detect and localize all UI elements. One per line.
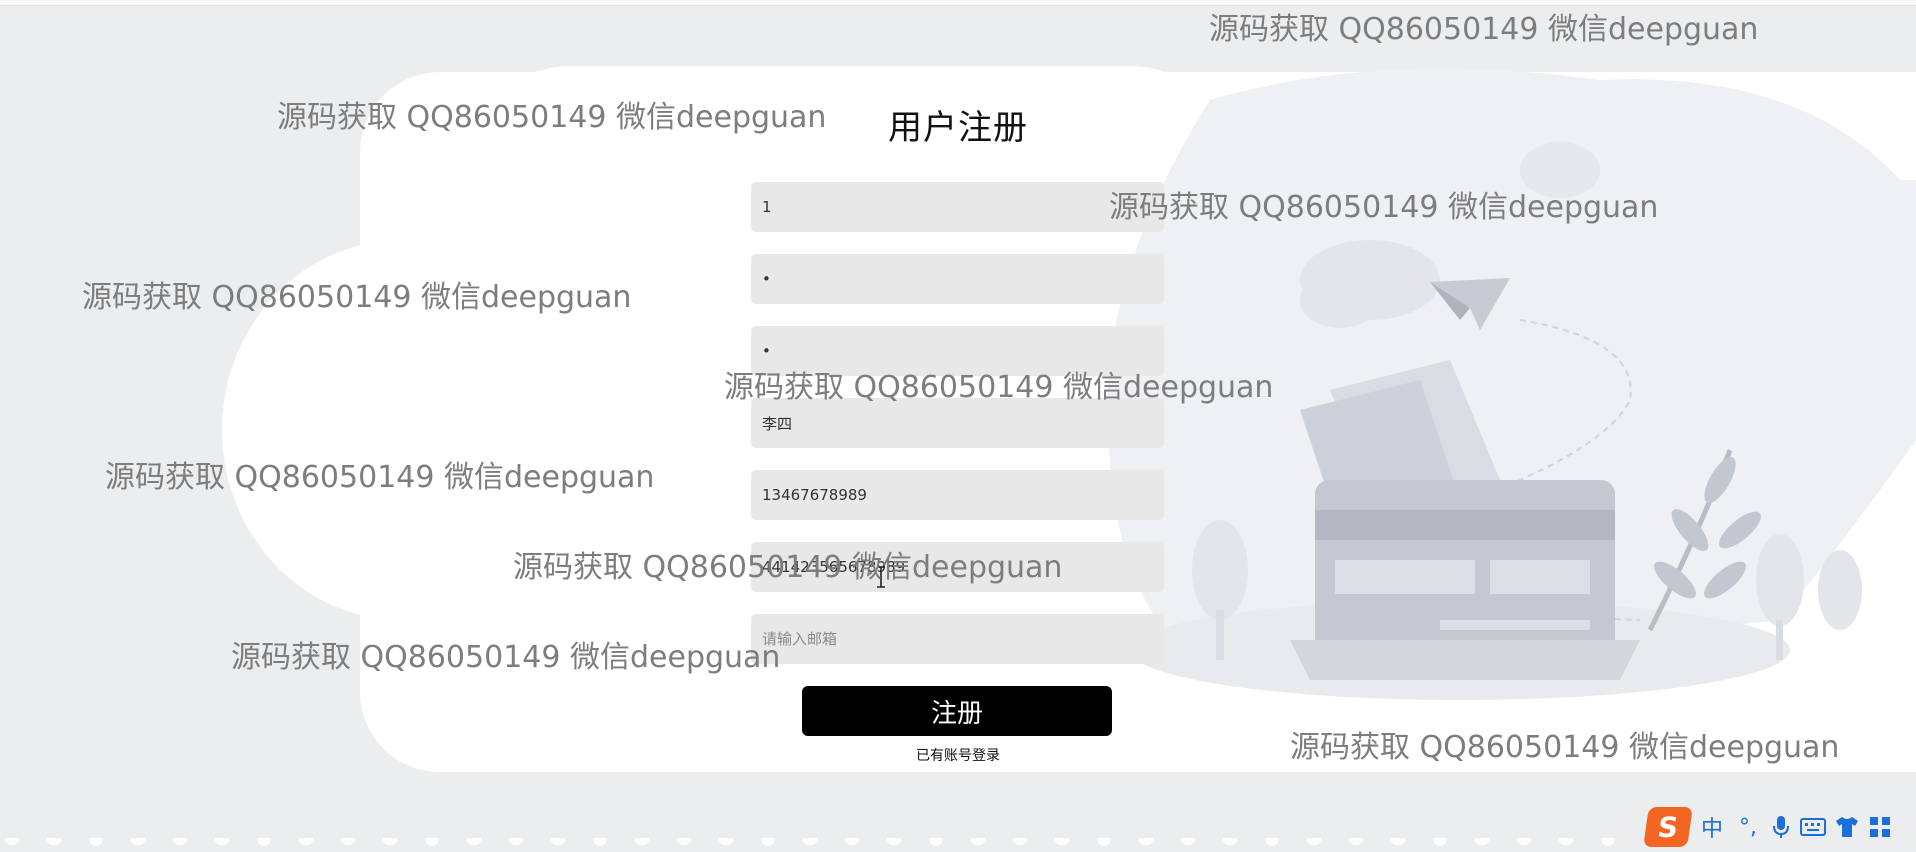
sogou-logo-icon[interactable]: S (1643, 807, 1693, 847)
id-number-field[interactable] (751, 542, 1164, 592)
shirt-icon[interactable] (1834, 815, 1860, 839)
page-title: 用户注册 (888, 108, 1028, 148)
confirm-password-field[interactable] (751, 326, 1164, 376)
ime-punctuation-toggle[interactable]: °, (1734, 815, 1762, 840)
text-cursor-icon (877, 566, 885, 588)
phone-field[interactable] (751, 470, 1164, 520)
login-link[interactable]: 已有账号登录 (0, 745, 1916, 765)
keyboard-icon[interactable] (1800, 816, 1826, 838)
register-button[interactable]: 注册 (802, 686, 1112, 736)
email-field[interactable] (751, 614, 1164, 664)
password-field[interactable] (751, 254, 1164, 304)
ime-toolbar: S 中 °, (1643, 806, 1916, 848)
ime-mode-toggle[interactable]: 中 (1698, 811, 1726, 843)
microphone-icon[interactable] (1770, 814, 1792, 840)
grid-icon[interactable] (1868, 815, 1892, 839)
name-field[interactable] (751, 398, 1164, 448)
page-bottom-edge (0, 838, 1640, 852)
username-field[interactable] (751, 182, 1164, 232)
background-blob-left (222, 240, 582, 620)
card-illustration (1107, 68, 1916, 700)
